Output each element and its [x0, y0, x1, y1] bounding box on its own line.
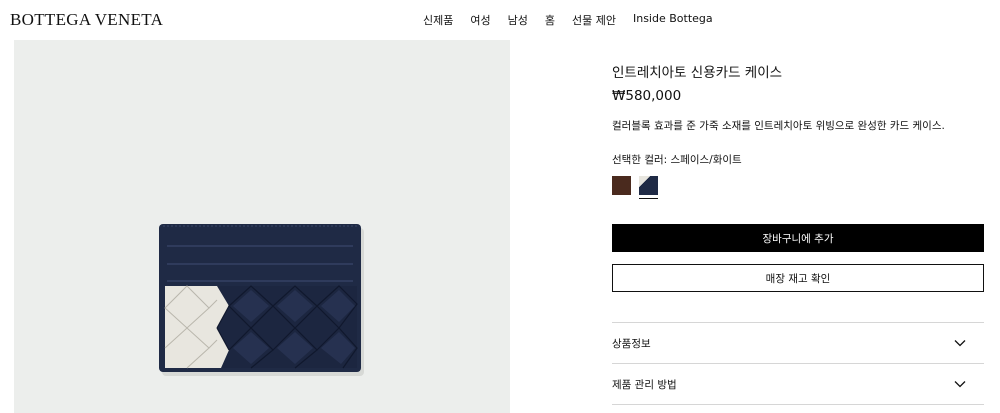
chevron-down-icon — [954, 381, 966, 388]
product-description: 컬러블록 효과를 준 가죽 소재를 인트레치아토 위빙으로 완성한 카드 케이스… — [612, 120, 945, 132]
nav-item-gifts[interactable]: 선물 제안 — [572, 12, 616, 28]
product-info: 인트레치아토 신용카드 케이스 ₩580,000 컬러블록 효과를 준 가죽 소… — [612, 64, 984, 199]
add-to-bag-button[interactable]: 장바구니에 추가 — [612, 224, 984, 252]
nav-item-new[interactable]: 신제품 — [423, 12, 453, 28]
product-image-area — [14, 40, 510, 413]
nav-item-home[interactable]: 홈 — [545, 12, 555, 28]
color-swatches — [612, 176, 984, 199]
accordion-product-info[interactable]: 상품정보 — [612, 322, 984, 363]
main-nav: 신제품 여성 남성 홈 선물 제안 Inside Bottega — [423, 12, 713, 28]
product-accordion: 상품정보 제품 관리 방법 — [612, 322, 984, 405]
accordion-label: 상품정보 — [612, 337, 651, 350]
brand-logo[interactable]: BOTTEGA VENETA — [10, 10, 163, 30]
accordion-care-instructions[interactable]: 제품 관리 방법 — [612, 363, 984, 405]
product-image[interactable] — [159, 224, 367, 376]
chevron-down-icon — [954, 340, 966, 347]
check-store-stock-button[interactable]: 매장 재고 확인 — [612, 264, 984, 292]
selected-color-label: 선택한 컬러: 스페이스/화이트 — [612, 154, 742, 166]
product-title: 인트레치아토 신용카드 케이스 — [612, 65, 783, 81]
color-swatch-brown[interactable] — [612, 176, 631, 195]
accordion-label: 제품 관리 방법 — [612, 378, 677, 391]
nav-item-men[interactable]: 남성 — [508, 12, 528, 28]
nav-item-women[interactable]: 여성 — [470, 12, 490, 28]
nav-item-inside-bottega[interactable]: Inside Bottega — [633, 12, 713, 28]
product-price: ₩580,000 — [612, 88, 682, 104]
color-swatch-space-white[interactable] — [639, 176, 658, 199]
